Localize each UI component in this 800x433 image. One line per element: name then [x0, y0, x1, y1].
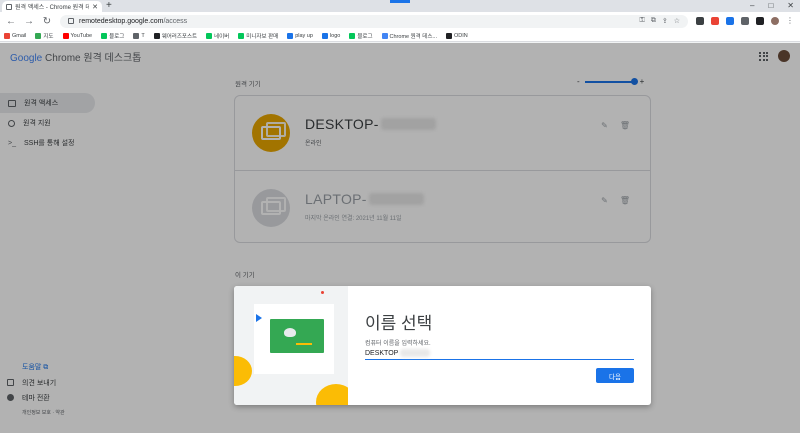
bookmark-favicon-icon	[4, 32, 10, 39]
bookmark-favicon-icon	[238, 32, 245, 39]
close-tab-icon[interactable]: ✕	[92, 3, 98, 11]
bookmark-item[interactable]: 네이버	[206, 32, 229, 40]
bookmark-favicon-icon	[62, 32, 69, 39]
browser-tab[interactable]: 원격 액세스 - Chrome 원격 데스... ✕	[2, 1, 102, 12]
bookmark-item[interactable]: 미니자보 판매	[238, 32, 278, 40]
bookmark-star-icon[interactable]: ☆	[674, 17, 680, 25]
menu-icon[interactable]: ⋮	[786, 17, 794, 25]
bookmark-item[interactable]: ODIN	[445, 32, 468, 39]
close-window-button[interactable]: ✕	[787, 0, 794, 11]
computer-name-label: 컴퓨터 이름을 입력하세요.	[365, 341, 431, 347]
bookmark-item[interactable]: logo	[321, 32, 340, 39]
window-controls: – □ ✕	[750, 0, 794, 11]
address-bar[interactable]: remotedesktop.google.com/access ⚿ ⧉ ⇪ ☆	[60, 14, 688, 28]
bookmark-item[interactable]: T	[133, 32, 145, 39]
dialog-illustration	[234, 286, 348, 405]
bookmark-favicon-icon	[381, 32, 388, 39]
bookmark-item[interactable]: 블로그	[101, 32, 124, 40]
key-icon[interactable]: ⚿	[640, 17, 645, 25]
bookmark-favicon-icon	[445, 32, 452, 39]
bookmarks-bar: Gmail 지도 YouTube 블로그 T 웨어러즈포스트 네이버 미니자보 판매 play …	[0, 30, 800, 42]
lock-icon	[68, 18, 74, 24]
bookmark-item[interactable]: play up	[287, 32, 313, 39]
dialog-title: 이름 선택	[365, 314, 433, 333]
sidepanel-icon[interactable]	[756, 17, 764, 25]
bookmark-favicon-icon	[101, 32, 108, 39]
puzzle-icon[interactable]	[741, 17, 749, 25]
share-icon[interactable]: ⇪	[662, 17, 668, 25]
redacted-text	[400, 349, 431, 357]
forward-icon[interactable]: →	[24, 16, 34, 27]
browser-toolbar: ← → ↻ remotedesktop.google.com/access ⚿ …	[0, 12, 800, 30]
open-in-app-icon[interactable]: ⧉	[651, 17, 656, 25]
bookmark-favicon-icon	[206, 32, 213, 39]
extensions: ⋮	[696, 17, 794, 25]
back-icon[interactable]: ←	[6, 16, 16, 27]
extension-icon[interactable]	[696, 17, 704, 25]
bookmark-favicon-icon	[153, 32, 160, 39]
tab-indicator	[390, 0, 410, 3]
url-text[interactable]: remotedesktop.google.com/access	[79, 18, 635, 25]
tab-favicon-icon	[6, 3, 12, 10]
bookmark-favicon-icon	[35, 32, 42, 39]
bookmark-item[interactable]: YouTube	[62, 32, 92, 39]
tab-title: 원격 액세스 - Chrome 원격 데스...	[15, 5, 90, 11]
reload-icon[interactable]: ↻	[42, 16, 52, 27]
choose-name-dialog: 이름 선택 컴퓨터 이름을 입력하세요. DESKTOP 다음	[234, 286, 651, 405]
new-tab-button[interactable]: +	[106, 0, 112, 12]
maximize-button[interactable]: □	[768, 0, 773, 11]
browser-tabstrip: 원격 액세스 - Chrome 원격 데스... ✕ + – □ ✕	[0, 0, 800, 12]
bookmark-item[interactable]: 지도	[35, 32, 54, 40]
next-button[interactable]: 다음	[596, 368, 634, 383]
extension-icon[interactable]	[711, 17, 719, 25]
app: Google Chrome 원격 데스크톱 원격 액세스 원격 지원 >_ SS…	[0, 43, 800, 433]
minimize-button[interactable]: –	[750, 0, 754, 11]
bookmark-favicon-icon	[133, 32, 140, 39]
bookmark-favicon-icon	[349, 32, 356, 39]
bookmark-item[interactable]: 블로그	[349, 32, 373, 40]
bookmark-item[interactable]: Gmail	[4, 32, 26, 39]
bookmark-item[interactable]: Chrome 원격 데스...	[381, 32, 437, 40]
bookmark-item[interactable]: 웨어러즈포스트	[153, 32, 197, 40]
bookmark-favicon-icon	[321, 32, 328, 39]
computer-name-input[interactable]: DESKTOP	[365, 347, 634, 360]
profile-icon[interactable]	[771, 17, 779, 25]
bookmark-favicon-icon	[287, 32, 294, 39]
extension-icon[interactable]	[726, 17, 734, 25]
